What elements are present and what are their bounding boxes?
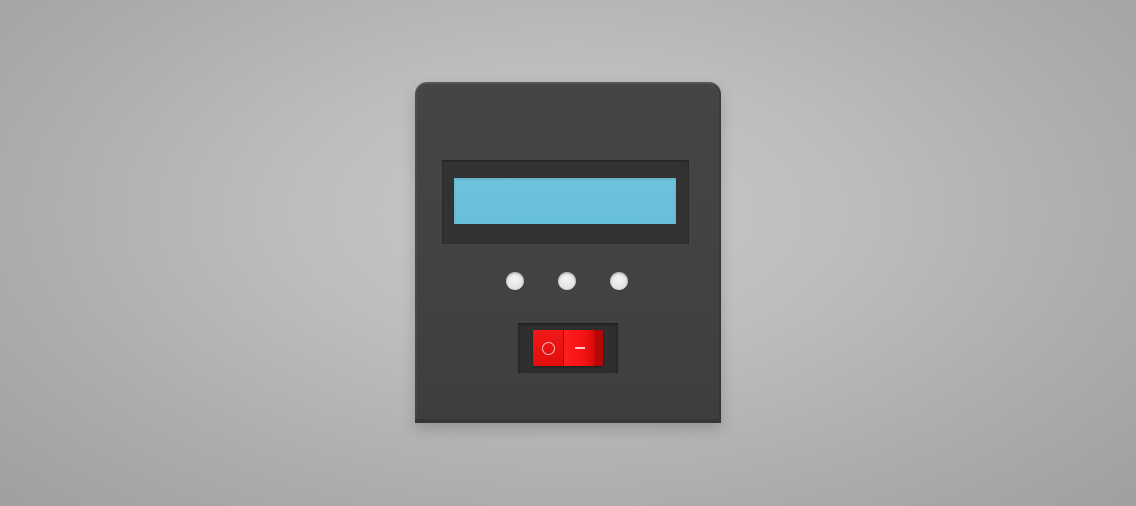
power-rocker-switch[interactable] bbox=[533, 330, 603, 366]
product-render-scene bbox=[0, 0, 1136, 506]
rocker-side-face bbox=[595, 330, 603, 366]
line-icon bbox=[574, 347, 585, 349]
lcd-screen bbox=[454, 178, 676, 224]
indicator-hole-left bbox=[506, 272, 524, 290]
circle-icon bbox=[541, 341, 555, 355]
lcd-bezel bbox=[442, 160, 689, 244]
enclosure-bottom-edge bbox=[415, 419, 721, 423]
device-enclosure bbox=[415, 82, 721, 423]
rocker-off-side[interactable] bbox=[533, 330, 563, 366]
rocker-on-side[interactable] bbox=[563, 330, 595, 366]
switch-cutout bbox=[518, 323, 618, 373]
indicator-hole-right bbox=[610, 272, 628, 290]
indicator-hole-middle bbox=[558, 272, 576, 290]
